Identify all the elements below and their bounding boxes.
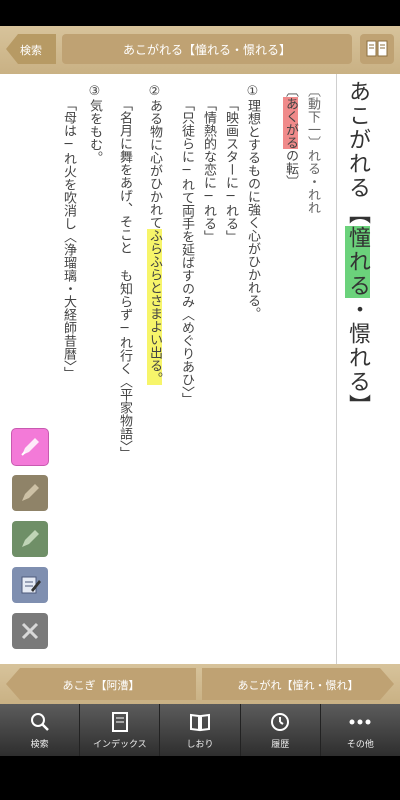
origin-highlight[interactable]: あくがる <box>283 97 298 149</box>
book-button[interactable] <box>360 34 394 64</box>
next-entry-label: あこがれ【憧れ・憬れ】 <box>237 679 359 692</box>
headword-column: あこがれる 【憧れる・憬れる】 <box>345 80 370 418</box>
conjugation: 〔動下一〕 <box>305 84 320 149</box>
origin-tail: の転 <box>283 149 298 175</box>
brown-highlighter-icon <box>22 484 39 501</box>
sense1: ①理想とするものに強く心がひかれる。 <box>245 84 260 320</box>
kanji-rest: ・憬れる <box>345 298 370 394</box>
eraser-icon <box>21 622 39 640</box>
tab-bookmark[interactable]: しおり <box>160 704 241 756</box>
kanji-bracket-open: 【 <box>345 213 370 226</box>
book-icon <box>366 40 388 57</box>
eraser-button[interactable] <box>12 613 48 649</box>
headword: あこがれる <box>345 80 370 200</box>
origin-bracket: 〔 <box>283 84 298 97</box>
next-entry-button[interactable]: あこがれ【憧れ・憬れ】 <box>202 668 394 700</box>
previous-entry-button[interactable]: あこぎ【阿漕】 <box>6 668 196 700</box>
sense3-column: ③気をもむ。 <box>87 84 102 164</box>
pink-highlighter-icon <box>21 438 39 456</box>
tab-history[interactable]: 履歴 <box>241 704 321 756</box>
example1a-column: 「映画スターに─れる」 <box>223 98 238 243</box>
tab-search-label: 検索 <box>30 740 49 750</box>
example-3: 「母は─れ火を吹消し〈浄瑠璃・大経師昔暦〉」 <box>61 98 76 380</box>
tab-index[interactable]: インデックス <box>80 704 161 756</box>
tab-more-label: その他 <box>346 740 374 750</box>
grammar-column: 〔動下一〕れる・れれ <box>305 84 320 214</box>
brown-highlighter-button[interactable] <box>12 475 48 511</box>
memo-icon <box>21 576 41 594</box>
pink-highlighter-button[interactable] <box>12 429 48 465</box>
example1c-column: 「只徒らに─れて両手を延ばすのみ〈めぐりあひ〉」 <box>179 98 194 406</box>
tab-bar: 検索 インデックス しおり 履歴 その他 <box>0 704 400 756</box>
sense2-column: ②ある物に心がひかれてふらふらとさまよい出る。 <box>147 84 162 385</box>
origin-bracket-close: 〕 <box>283 175 298 188</box>
previous-entry-label: あこぎ【阿漕】 <box>62 679 140 692</box>
example3-column: 「母は─れ火を吹消し〈浄瑠璃・大経師昔暦〉」 <box>61 98 76 380</box>
dictionary-entry: あこがれる 【憧れる・憬れる】 〔動下一〕れる・れれ 〔あくがるの転〕 ①理想と… <box>0 74 400 664</box>
more-icon <box>349 719 371 725</box>
example-1c: 「只徒らに─れて両手を延ばすのみ〈めぐりあひ〉」 <box>179 98 194 406</box>
tab-index-label: インデックス <box>92 740 147 750</box>
example1b-column: 「情熱的な恋に─れる」 <box>201 98 216 243</box>
tab-history-label: 履歴 <box>271 740 290 750</box>
origin-column: 〔あくがるの転〕 <box>283 84 298 188</box>
back-button-label: 検索 <box>20 44 42 57</box>
sense3: ③気をもむ。 <box>87 84 102 164</box>
tab-search[interactable]: 検索 <box>0 704 81 756</box>
entry-navigation-bar: あこぎ【阿漕】 あこがれ【憧れ・憬れ】 <box>0 664 400 704</box>
example2-column: 「名月に舞をあげ、そこと も知らず─れ行く〈平家物語〉」 <box>117 98 132 460</box>
example-2: 「名月に舞をあげ、そこと も知らず─れ行く〈平家物語〉」 <box>117 98 132 460</box>
column-divider <box>336 74 337 664</box>
sense2-highlight[interactable]: ふらふらとさまよい出る。 <box>147 229 162 385</box>
tab-bookmark-label: しおり <box>186 740 214 750</box>
grammar-note: れる・れれ <box>305 149 320 214</box>
sense2-text: ②ある物に心がひかれて <box>147 84 162 229</box>
history-icon <box>271 713 290 731</box>
tab-more[interactable]: その他 <box>321 704 400 756</box>
app-screen: 検索 あこがれる【憧れる・憬れる】 あこがれる 【憧れる・憬れる】 〔動下一〕れ… <box>0 0 400 800</box>
back-button[interactable]: 検索 <box>6 34 56 64</box>
example-1b: 「情熱的な恋に─れる」 <box>201 98 216 243</box>
sense1-column: ①理想とするものに強く心がひかれる。 <box>245 84 260 320</box>
top-bar: 検索 あこがれる【憧れる・憬れる】 <box>0 26 400 75</box>
example-1a: 「映画スターに─れる」 <box>223 98 238 243</box>
search-icon <box>30 713 49 731</box>
kanji-highlight[interactable]: 憧れる <box>345 226 370 298</box>
bookmark-icon <box>190 713 210 732</box>
memo-button[interactable] <box>12 567 48 603</box>
kanji-bracket-close: 】 <box>345 394 370 418</box>
page-title: あこがれる【憧れる・憬れる】 <box>62 34 352 64</box>
green-highlighter-icon <box>22 530 39 547</box>
index-icon <box>111 712 128 732</box>
green-highlighter-button[interactable] <box>12 521 48 557</box>
